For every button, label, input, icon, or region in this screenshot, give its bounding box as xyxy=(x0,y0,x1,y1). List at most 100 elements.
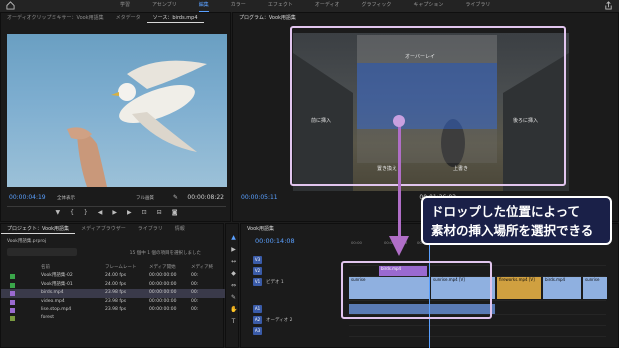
step-back-icon[interactable]: ◀ xyxy=(98,209,103,216)
tab-source[interactable]: ソース：birds.mp4 xyxy=(146,13,204,23)
track-target[interactable]: V1 xyxy=(253,278,262,286)
timeline-timecode[interactable]: 00:00:14:08 xyxy=(255,237,295,245)
table-row[interactable]: video.mp4 23.98 fps 00:00:00:00 00: xyxy=(1,298,225,306)
project-tabs: プロジェクト：Vook用語集 メディアブラウザー ライブラリ 情報 xyxy=(1,224,191,234)
ripple-edit-icon[interactable]: ↔ xyxy=(230,258,237,265)
nav-edit[interactable]: 編集 xyxy=(198,0,209,12)
workspace-nav: 学習 アセンブリ 編集 カラー エフェクト オーディオ グラフィック キャプショ… xyxy=(120,0,512,12)
label-swatch xyxy=(10,282,15,288)
table-row[interactable]: lise.stop.mp4 23.98 fps 00:00:00:00 00: xyxy=(1,306,225,314)
track-header-v1[interactable]: V1 ビデオ 1 xyxy=(253,277,345,288)
timeline-highlight-frame xyxy=(341,261,492,319)
ruler-tick: 00:00 xyxy=(351,240,362,245)
nav-learn[interactable]: 学習 xyxy=(120,0,130,12)
source-scrub-bar[interactable] xyxy=(7,206,226,207)
home-icon[interactable] xyxy=(6,1,15,10)
tab-media-browser[interactable]: メディアブラウザー xyxy=(75,224,132,234)
track-header-v3[interactable]: V3 xyxy=(253,255,345,266)
share-icon[interactable] xyxy=(604,1,613,10)
label-swatch xyxy=(10,307,15,313)
play-icon[interactable]: ▶ xyxy=(112,209,117,216)
wrench-icon[interactable]: ✎ xyxy=(173,194,178,201)
track-select-icon[interactable]: ▶ xyxy=(230,246,237,253)
mark-out-icon[interactable]: } xyxy=(84,209,88,216)
row-start: 00:00:00:00 xyxy=(149,298,177,304)
nav-graphics[interactable]: グラフィック xyxy=(361,0,391,12)
clip-sunrise-end-v1[interactable]: sunrise xyxy=(583,277,607,299)
source-monitor-panel: オーディオクリップミキサー：Vook用語集 メタデータ ソース：birds.mp… xyxy=(0,12,231,222)
row-end: 00: xyxy=(191,273,199,279)
tab-metadata[interactable]: メタデータ xyxy=(110,13,147,23)
slip-icon[interactable]: ⇔ xyxy=(230,282,237,289)
tab-program[interactable]: プログラム：Vook用語集 xyxy=(233,13,302,23)
track-name: オーディオ 2 xyxy=(266,318,293,323)
track-target[interactable]: A3 xyxy=(253,327,262,335)
table-row[interactable]: birds.mp4 23.98 fps 00:00:00:00 00: xyxy=(1,289,225,298)
row-end: 00: xyxy=(191,281,199,287)
callout-line-2: 素材の挿入場所を選択できる xyxy=(431,223,594,238)
track-header-v2[interactable]: V2 xyxy=(253,266,345,277)
clip-fireworks-v1[interactable]: fireworks.mp4 [V] xyxy=(497,277,541,299)
row-end: 00: xyxy=(191,306,199,312)
nav-audio[interactable]: オーディオ xyxy=(315,0,340,12)
col-media-start[interactable]: メディア開始 xyxy=(149,264,176,272)
label-swatch xyxy=(10,274,15,280)
source-quality-select[interactable]: フル画質 xyxy=(136,195,154,201)
overwrite-icon[interactable]: ⊟ xyxy=(157,209,162,216)
tab-info[interactable]: 情報 xyxy=(169,224,191,234)
project-search-input[interactable] xyxy=(7,248,77,256)
table-row[interactable]: forest xyxy=(1,314,225,322)
track-target[interactable]: A1 xyxy=(253,305,262,313)
selection-tool-icon[interactable]: ▲ xyxy=(230,234,237,241)
nav-captions[interactable]: キャプション xyxy=(413,0,443,12)
track-header-a3[interactable]: A3 xyxy=(253,326,345,337)
col-name[interactable]: 名前 xyxy=(41,264,50,272)
tab-project[interactable]: プロジェクト：Vook用語集 xyxy=(1,224,76,234)
row-start: 00:00:00:00 xyxy=(149,281,177,287)
program-timecode-in[interactable]: 00:00:05:11 xyxy=(241,194,278,201)
timeline-tabs: Vook用語集 xyxy=(241,224,280,234)
insert-icon[interactable]: ⊡ xyxy=(142,209,147,216)
nav-color[interactable]: カラー xyxy=(231,0,246,12)
track-target[interactable]: V2 xyxy=(253,267,262,275)
clip-label: sunrise xyxy=(585,277,600,282)
mark-in-icon[interactable]: { xyxy=(70,209,74,216)
track-header-a2[interactable]: A2 オーディオ 2 xyxy=(253,315,345,326)
hand-icon[interactable]: ✋ xyxy=(230,306,237,313)
tab-sequence[interactable]: Vook用語集 xyxy=(241,224,280,234)
tab-libraries[interactable]: ライブラリ xyxy=(132,224,169,234)
nav-assembly[interactable]: アセンブリ xyxy=(152,0,177,12)
project-file-name: Vook用語集.prproj xyxy=(7,239,47,244)
source-transport: ▼ { } ◀ ▶ ▶ ⊡ ⊟ ◙ xyxy=(1,209,232,216)
table-row[interactable]: Vook用語集-01 24.00 fps 00:00:00:00 00: xyxy=(1,281,225,289)
table-row[interactable]: Vook用語集-02 24.00 fps 00:00:00:00 00: xyxy=(1,272,225,280)
table-header: 名前 フレームレート メディア開始 メディア終 xyxy=(1,264,225,272)
track-lane-a3[interactable] xyxy=(349,326,606,337)
project-panel: プロジェクト：Vook用語集 メディアブラウザー ライブラリ 情報 Vook用語… xyxy=(0,223,225,348)
camera-icon[interactable]: ◙ xyxy=(172,209,178,216)
row-start: 00:00:00:00 xyxy=(149,273,177,279)
source-timecode-duration: 00:00:08:22 xyxy=(187,194,224,201)
track-target[interactable]: V3 xyxy=(253,256,262,264)
program-tabs: プログラム：Vook用語集 xyxy=(233,13,302,23)
marker-icon[interactable]: ▼ xyxy=(55,209,60,216)
type-tool-icon[interactable]: T xyxy=(230,318,237,325)
source-fit-select[interactable]: 全体表示 xyxy=(57,195,75,201)
source-video-frame xyxy=(7,34,227,187)
razor-icon[interactable]: ◆ xyxy=(230,270,237,277)
source-timecode-in[interactable]: 00:00:04:19 xyxy=(9,194,46,201)
callout-line-1: ドロップした位置によって xyxy=(431,204,581,219)
pen-icon[interactable]: ✎ xyxy=(230,294,237,301)
row-name: Vook用語集-01 xyxy=(41,281,73,287)
nav-effects[interactable]: エフェクト xyxy=(268,0,293,12)
tab-audio-clip-mixer[interactable]: オーディオクリップミキサー：Vook用語集 xyxy=(1,13,110,23)
track-header-a1[interactable]: A1 xyxy=(253,304,345,315)
col-media-end[interactable]: メディア終 xyxy=(191,264,213,272)
nav-libraries[interactable]: ライブラリ xyxy=(465,0,490,12)
step-forward-icon[interactable]: ▶ xyxy=(127,209,132,216)
col-framerate[interactable]: フレームレート xyxy=(105,264,136,272)
clip-birds-v1[interactable]: birds.mp4 xyxy=(543,277,581,299)
callout-box: ドロップした位置によって 素材の挿入場所を選択できる xyxy=(421,196,612,245)
track-target[interactable]: A2 xyxy=(253,316,262,324)
row-end: 00: xyxy=(191,290,199,296)
